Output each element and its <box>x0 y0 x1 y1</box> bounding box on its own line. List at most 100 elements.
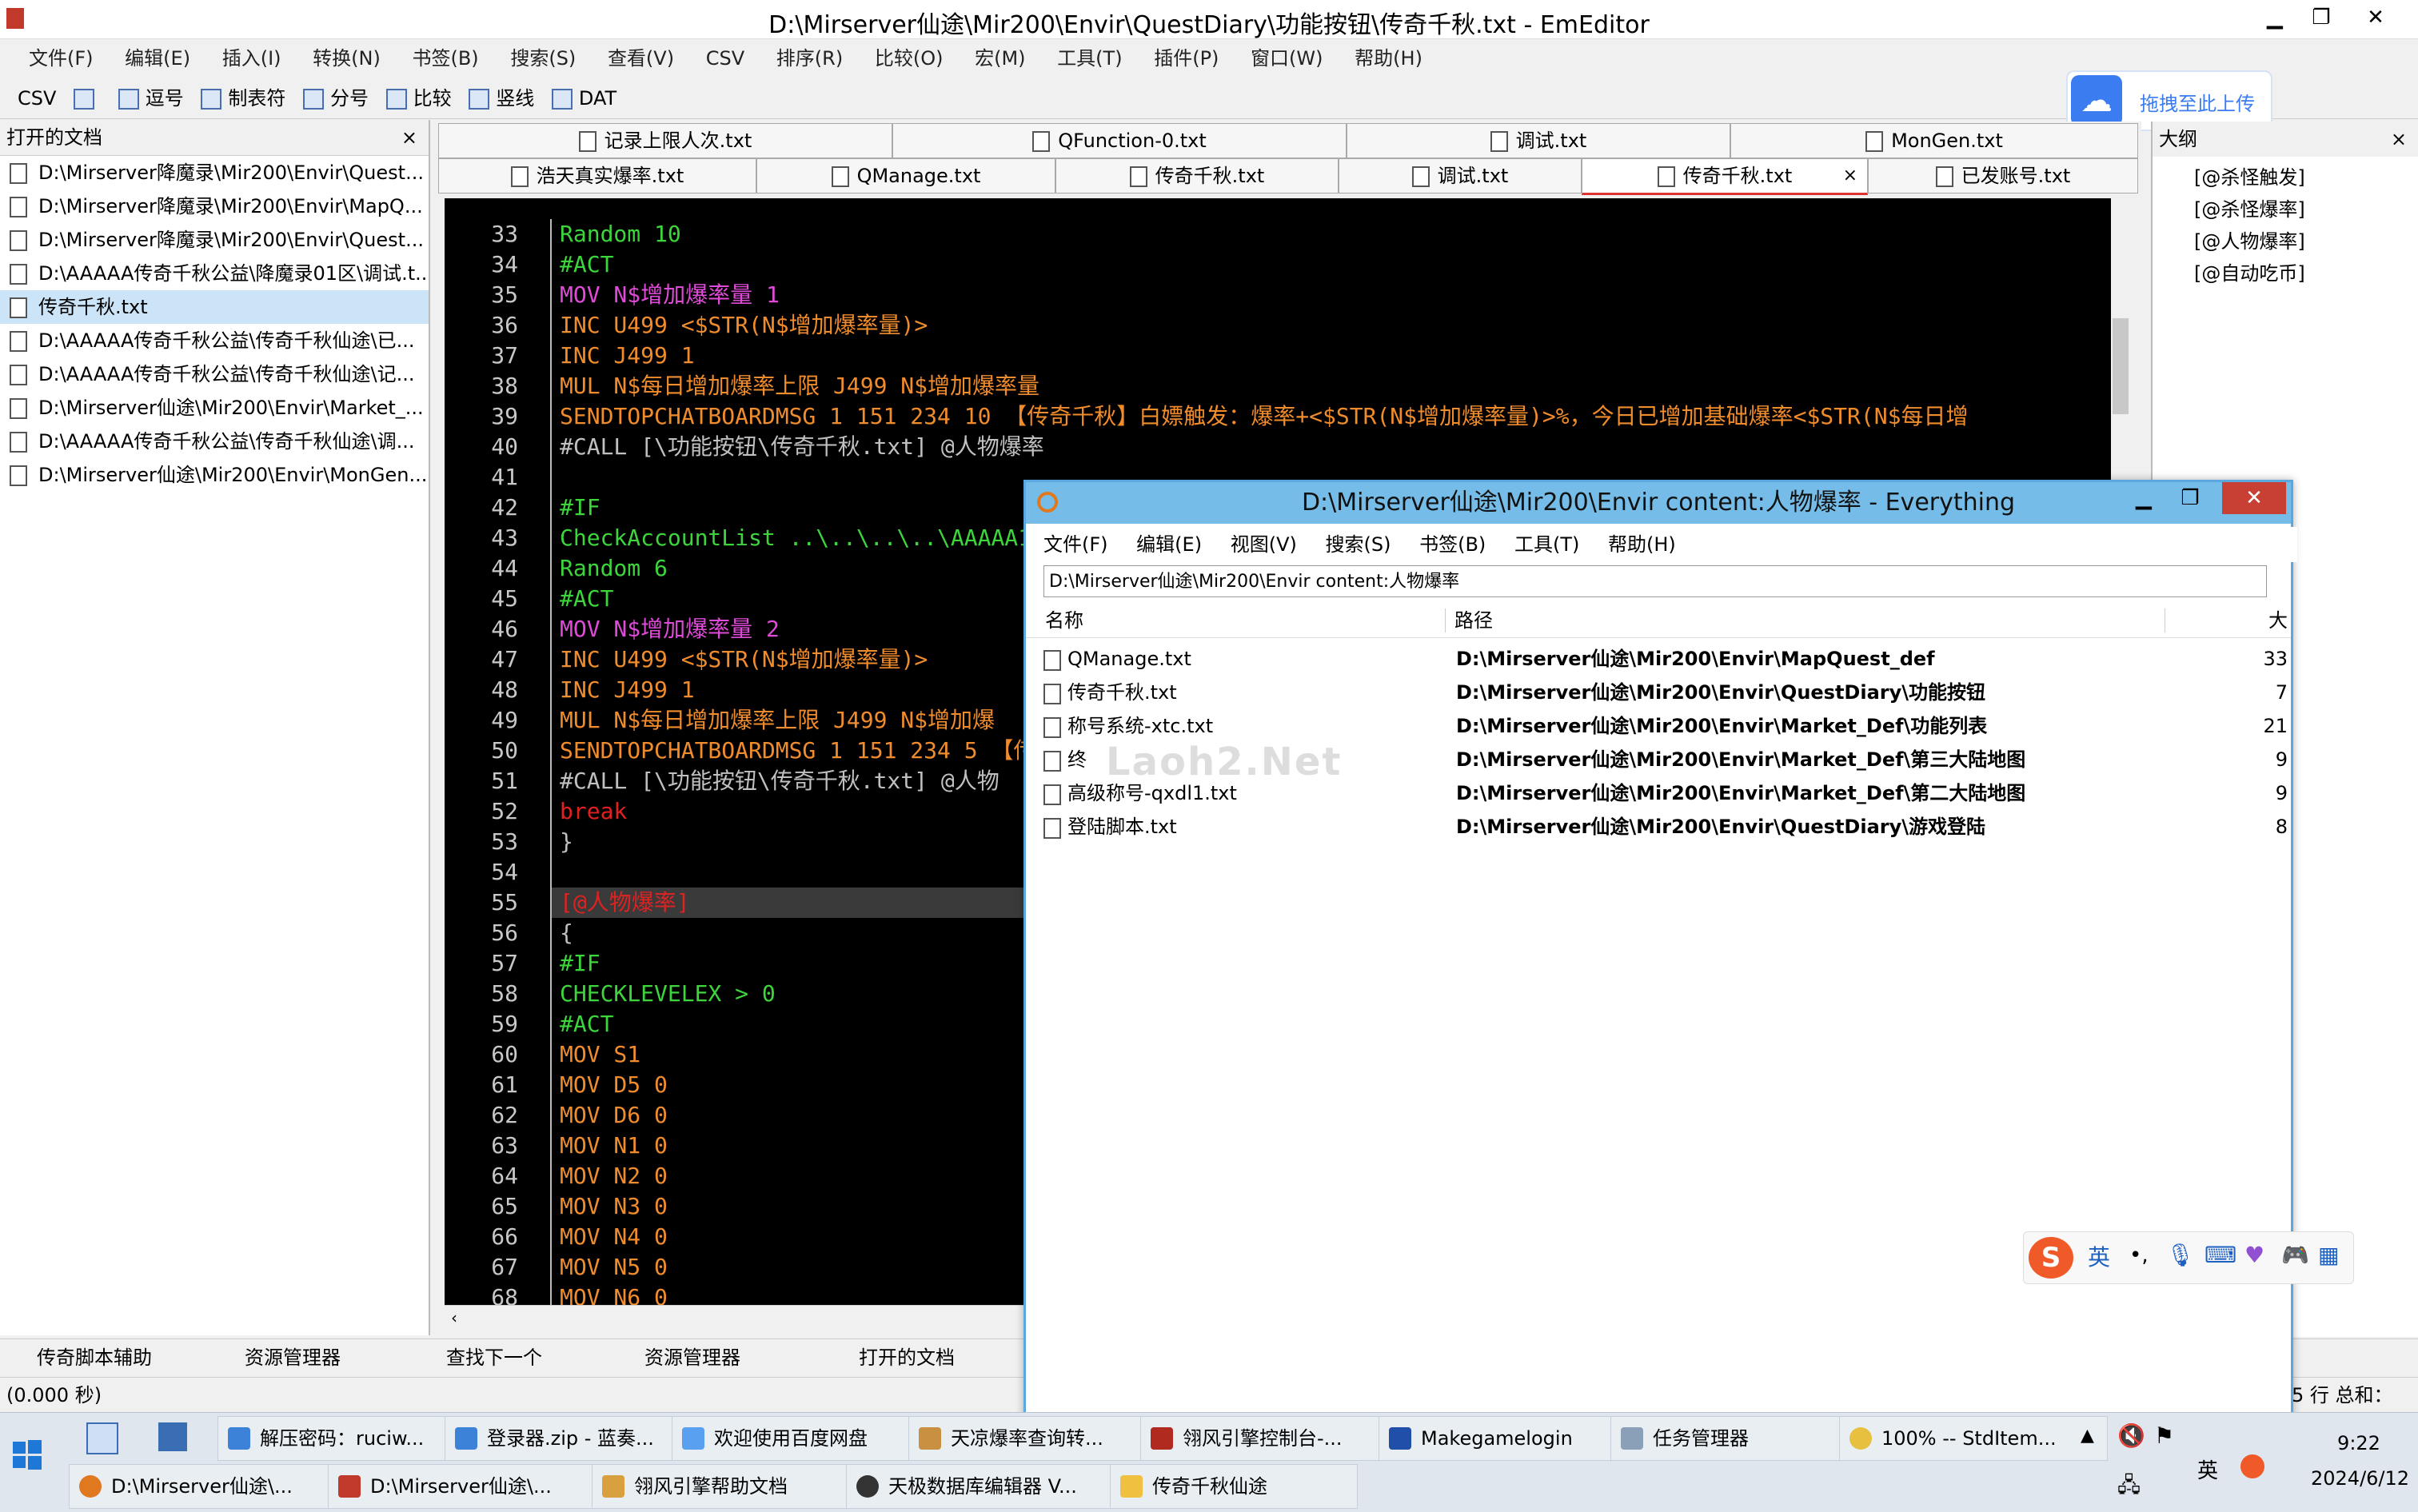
document-item[interactable]: D:\AAAAA传奇千秋公益\降魔录01区\调试.t... <box>0 257 429 290</box>
menu-tools[interactable]: 工具(T) <box>1503 527 1590 562</box>
dat-button[interactable]: DAT <box>551 78 616 118</box>
tab-issued-accounts[interactable]: 已发账号.txt <box>1868 158 2138 193</box>
volume-mute-icon[interactable]: 🔇 <box>2117 1422 2145 1449</box>
menu-view[interactable]: 视图(V) <box>1219 527 1308 562</box>
menu-convert[interactable]: 转换(N) <box>300 40 393 77</box>
csv-toggle-button[interactable] <box>74 78 101 118</box>
close-icon[interactable]: × <box>2391 122 2407 157</box>
document-item[interactable]: D:\AAAAA传奇千秋公益\传奇千秋仙途\记... <box>0 357 429 391</box>
menu-search[interactable]: 搜索(S) <box>497 40 589 77</box>
comma-button[interactable]: 逗号 <box>118 78 184 118</box>
minimize-button[interactable]: ▁ <box>2121 482 2166 514</box>
menu-macro[interactable]: 宏(M) <box>962 40 1038 77</box>
code-line[interactable]: MOV N$增加爆率量 1 <box>552 280 2119 310</box>
pipe-button[interactable]: 竖线 <box>469 78 534 118</box>
document-item-selected[interactable]: 传奇千秋.txt <box>0 290 429 324</box>
tab-qfunction[interactable]: QFunction-0.txt <box>892 123 1347 158</box>
toolbox-icon[interactable]: ▦ <box>2318 1242 2339 1268</box>
menu-file[interactable]: 文件(F) <box>16 40 106 77</box>
taskbar-item-task-manager[interactable]: 任务管理器 <box>1610 1416 1877 1461</box>
document-item[interactable]: D:\Mirserver降魔录\Mir200\Envir\Quest... <box>0 156 429 189</box>
menu-csv[interactable]: CSV <box>693 40 757 77</box>
gamepad-icon[interactable]: 🎮 <box>2281 1242 2309 1268</box>
code-line[interactable]: #CALL [\功能按钮\传奇千秋.txt] @人物爆率 <box>552 432 2119 462</box>
maximize-button[interactable]: ❐ <box>2168 482 2213 514</box>
close-button[interactable]: ✕ <box>2222 482 2286 514</box>
taskbar-item-emeditor[interactable]: D:\Mirserver仙途\... <box>328 1464 627 1509</box>
menu-search[interactable]: 搜索(S) <box>1315 527 1403 562</box>
code-line[interactable]: MUL N$每日增加爆率上限 J499 N$增加爆率量 <box>552 371 2119 401</box>
taskbar-item-lanzou[interactable]: 登录器.zip - 蓝奏... <box>445 1416 697 1461</box>
taskbar-item-makegamelogin[interactable]: Makegamelogin <box>1379 1416 1649 1461</box>
outline-item[interactable]: [@人物爆率] <box>2153 225 2418 257</box>
code-line[interactable]: Random 10 <box>552 219 2119 249</box>
punctuation-icon[interactable]: •, <box>2129 1243 2149 1267</box>
outline-item[interactable]: [@自动吃币] <box>2153 257 2418 289</box>
keyboard-icon[interactable]: ⌨ <box>2205 1242 2236 1268</box>
menu-window[interactable]: 窗口(W) <box>1238 40 1335 77</box>
menu-insert[interactable]: 插入(I) <box>209 40 294 77</box>
menu-help[interactable]: 帮助(H) <box>1342 40 1435 77</box>
taskbar-item-engine-console[interactable]: 翎风引擎控制台-... <box>1140 1416 1409 1461</box>
tab-find-next[interactable]: 查找下一个 <box>446 1339 542 1376</box>
close-button[interactable]: ✕ <box>2352 0 2399 35</box>
tab-debug-2[interactable]: 调试.txt <box>1339 158 1582 193</box>
scroll-left-icon[interactable]: ‹ <box>451 1306 457 1330</box>
scroll-thumb[interactable] <box>2113 318 2129 414</box>
tab-debug[interactable]: 调试.txt <box>1347 123 1730 158</box>
taskbar-item-everything[interactable]: D:\Mirserver仙途\... <box>69 1464 360 1509</box>
tab-open-documents[interactable]: 打开的文档 <box>859 1339 955 1376</box>
taskbar-item-drop-rate-query[interactable]: 天凉爆率查询转... <box>908 1416 1179 1461</box>
taskbar-item-stditem[interactable]: 100% -- StdItem... <box>1839 1416 2108 1461</box>
column-path[interactable]: 路径 <box>1454 604 1493 637</box>
document-item[interactable]: D:\AAAAA传奇千秋公益\传奇千秋仙途\已... <box>0 324 429 357</box>
document-item[interactable]: D:\AAAAA传奇千秋公益\传奇千秋仙途\调... <box>0 425 429 458</box>
document-item[interactable]: D:\Mirserver降魔录\Mir200\Envir\MapQ... <box>0 189 429 223</box>
maximize-button[interactable]: ❐ <box>2298 0 2344 35</box>
menu-plugins[interactable]: 插件(P) <box>1141 40 1231 77</box>
document-item[interactable]: D:\Mirserver仙途\Mir200\Envir\Market_... <box>0 391 429 425</box>
flag-icon[interactable]: ⚑ <box>2154 1422 2174 1449</box>
taskbar-item-engine-help[interactable]: 翎风引擎帮助文档 <box>592 1464 883 1509</box>
compare-button[interactable]: 比较 <box>385 78 452 118</box>
taskbar-item-folder[interactable]: 传奇千秋仙途 <box>1110 1464 1358 1509</box>
close-icon[interactable]: × <box>401 120 417 155</box>
tab-qmanage[interactable]: QManage.txt <box>756 158 1055 193</box>
sogou-tray-icon[interactable] <box>2240 1454 2264 1478</box>
everything-search-input[interactable]: D:\Mirserver仙途\Mir200\Envir content:人物爆率 <box>1043 565 2267 597</box>
tray-expand-icon[interactable]: ▲ <box>2081 1426 2094 1446</box>
code-line[interactable]: INC J499 1 <box>552 341 2119 371</box>
ime-toolbar[interactable]: S 英 •, 🎙 ⌨ ♥ 🎮 ▦ <box>2023 1231 2354 1284</box>
menu-bookmark[interactable]: 书签(B) <box>1408 527 1497 562</box>
tray-language[interactable]: 英 <box>2197 1454 2218 1484</box>
semicolon-button[interactable]: 分号 <box>302 78 369 118</box>
system-clock[interactable]: 9:22 2024/6/12 <box>2311 1426 2409 1496</box>
result-row[interactable]: 登陆脚本.txt D:\Mirserver仙途\Mir200\Envir\Ques… <box>1026 810 2291 844</box>
menu-file[interactable]: 文件(F) <box>1032 527 1119 562</box>
ime-language[interactable]: 英 <box>2088 1240 2110 1275</box>
menu-tools[interactable]: 工具(T) <box>1044 40 1135 77</box>
menu-edit[interactable]: 编辑(E) <box>1125 527 1213 562</box>
tab-explorer[interactable]: 资源管理器 <box>245 1339 341 1376</box>
outline-item[interactable]: [@杀怪爆率] <box>2153 193 2418 225</box>
code-line[interactable]: #ACT <box>552 249 2119 280</box>
document-item[interactable]: D:\Mirserver仙途\Mir200\Envir\MonGen... <box>0 458 429 492</box>
network-icon[interactable]: 🖧 <box>2117 1470 2141 1506</box>
tab-chuanqi-qianqiu[interactable]: 传奇千秋.txt <box>1055 158 1339 193</box>
menu-edit[interactable]: 编辑(E) <box>112 40 203 77</box>
document-item[interactable]: D:\Mirserver降魔录\Mir200\Envir\Quest... <box>0 223 429 257</box>
column-name[interactable]: 名称 <box>1045 604 1083 637</box>
menu-bookmark[interactable]: 书签(B) <box>399 40 491 77</box>
result-row[interactable]: QManage.txt D:\Mirserver仙途\Mir200\Envir\M… <box>1026 642 2291 676</box>
remote-pin-icon[interactable] <box>158 1422 187 1451</box>
tab-haotian[interactable]: 浩天真实爆率.txt <box>438 158 756 193</box>
code-line[interactable]: SENDTOPCHATBOARDMSG 1 151 234 10 【传奇千秋】白… <box>552 401 2119 432</box>
tab-mongen[interactable]: MonGen.txt <box>1730 123 2138 158</box>
taskbar-item-unzip-password[interactable]: 解压密码：ruciw... <box>217 1416 473 1461</box>
menu-sort[interactable]: 排序(R) <box>764 40 856 77</box>
tab-separator-button[interactable]: 制表符 <box>201 78 285 118</box>
column-size[interactable]: 大 <box>2268 604 2288 637</box>
windows-start-icon[interactable] <box>11 1438 43 1470</box>
tab-chuanqi-qianqiu-active[interactable]: 传奇千秋.txt × <box>1582 158 1868 195</box>
column-divider[interactable] <box>1445 608 1446 632</box>
